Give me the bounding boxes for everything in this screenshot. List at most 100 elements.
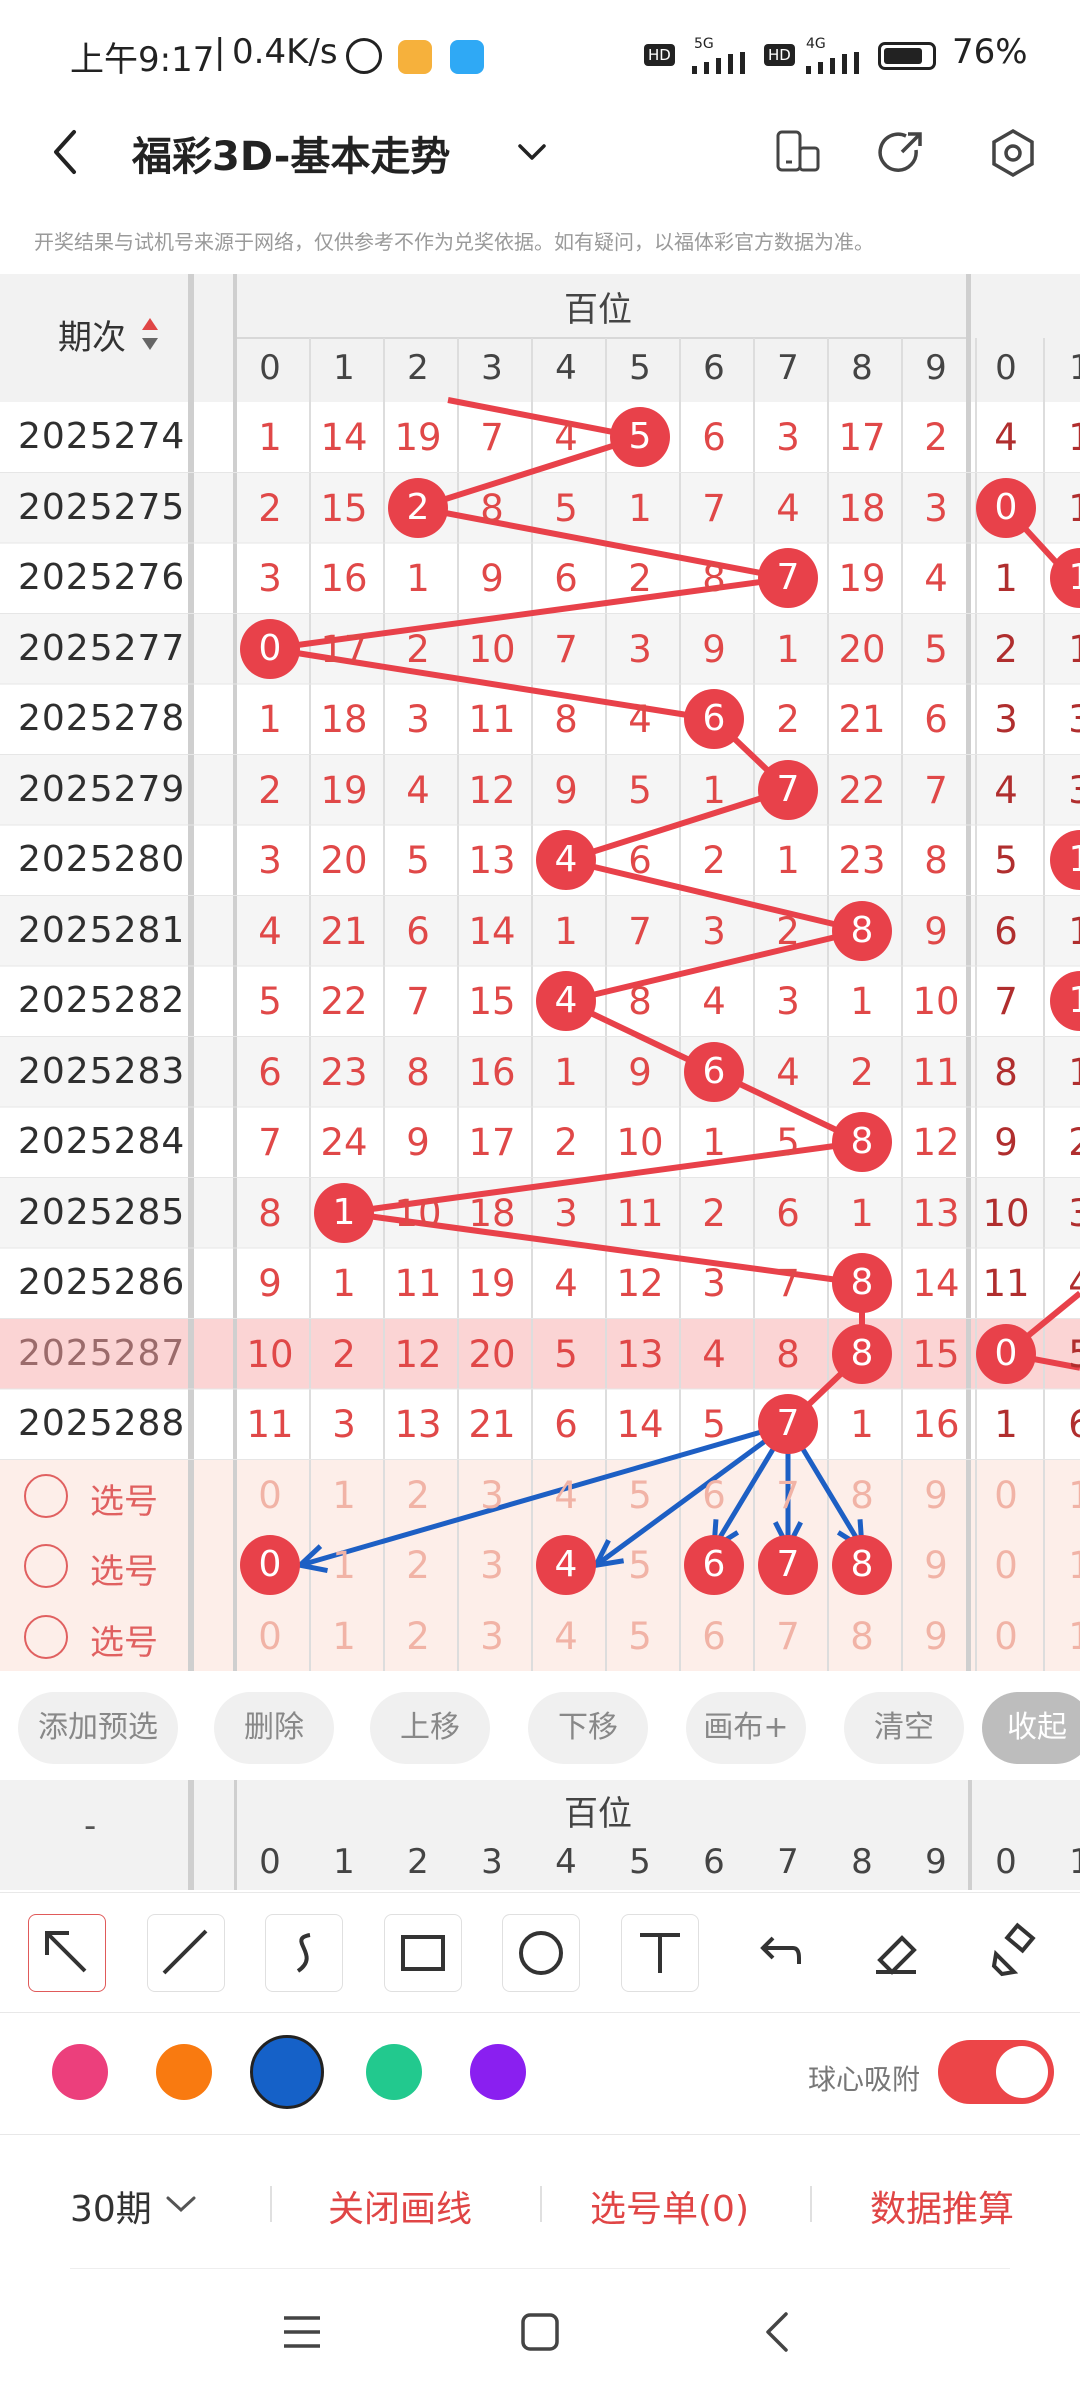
picked-ball[interactable]: 8 xyxy=(832,1535,892,1595)
menu-icon[interactable] xyxy=(280,2310,324,2354)
select-digit[interactable]: 2 xyxy=(382,1544,454,1587)
data-calc-button[interactable]: 数据推算 xyxy=(870,2180,1014,2232)
select-row-label[interactable]: 选号 xyxy=(90,1615,158,1664)
select-digit[interactable]: 1 xyxy=(1044,1544,1080,1587)
select-digit[interactable]: 1 xyxy=(1044,1474,1080,1517)
freehand-tool-icon[interactable] xyxy=(265,1914,343,1992)
select-digit[interactable]: 5 xyxy=(604,1615,676,1658)
hit-ball[interactable]: 0 xyxy=(976,477,1036,538)
hit-ball[interactable]: 4 xyxy=(536,830,596,890)
circle-tool-icon[interactable] xyxy=(502,1914,580,1992)
select-digit[interactable]: 3 xyxy=(456,1474,528,1517)
color-swatch-1[interactable] xyxy=(156,2044,212,2100)
period-dropdown-icon[interactable] xyxy=(164,2190,198,2220)
table-cell: 6 xyxy=(628,839,652,882)
action-button-6[interactable]: 收起 xyxy=(982,1692,1080,1764)
select-digit[interactable]: 1 xyxy=(308,1544,380,1587)
action-button-3[interactable]: 下移 xyxy=(528,1692,648,1764)
color-swatch-2[interactable] xyxy=(250,2035,324,2109)
undo-icon[interactable] xyxy=(739,1914,815,1990)
rectangle-tool-icon[interactable] xyxy=(383,1914,462,1992)
close-lines-button[interactable]: 关闭画线 xyxy=(328,2180,472,2232)
arrow-tool-icon[interactable] xyxy=(28,1914,106,1992)
picked-ball[interactable]: 7 xyxy=(758,1535,818,1595)
select-digit[interactable]: 2 xyxy=(382,1474,454,1517)
hit-ball[interactable]: 0 xyxy=(976,1323,1036,1384)
action-button-5[interactable]: 清空 xyxy=(844,1692,964,1764)
select-digit[interactable]: 3 xyxy=(456,1615,528,1658)
action-button-4[interactable]: 画布+ xyxy=(686,1692,806,1764)
picked-ball[interactable]: 4 xyxy=(536,1535,596,1595)
select-digit[interactable]: 0 xyxy=(970,1474,1042,1517)
select-digit[interactable]: 1 xyxy=(1044,1615,1080,1658)
select-digit[interactable]: 3 xyxy=(456,1544,528,1587)
hit-ball[interactable]: 7 xyxy=(758,548,818,608)
select-digit[interactable]: 7 xyxy=(752,1615,824,1658)
hit-ball[interactable]: 4 xyxy=(536,971,596,1031)
back-icon[interactable] xyxy=(44,124,88,180)
picked-ball[interactable]: 6 xyxy=(684,1535,744,1595)
select-digit[interactable]: 9 xyxy=(900,1474,972,1517)
share-icon[interactable] xyxy=(878,128,928,178)
select-digit[interactable]: 0 xyxy=(234,1615,306,1658)
select-radio[interactable] xyxy=(24,1544,68,1588)
select-row-label[interactable]: 选号 xyxy=(90,1474,158,1523)
hit-ball[interactable]: 2 xyxy=(388,477,448,538)
hit-ball[interactable]: 7 xyxy=(758,759,818,820)
clear-brush-icon[interactable] xyxy=(976,1914,1052,1990)
eraser-icon[interactable] xyxy=(857,1914,934,1990)
select-radio[interactable] xyxy=(24,1473,68,1518)
color-swatch-4[interactable] xyxy=(470,2044,526,2100)
selection-list-button[interactable]: 选号单(0) xyxy=(590,2180,749,2232)
settings-hex-icon[interactable] xyxy=(988,128,1038,178)
color-swatch-3[interactable] xyxy=(366,2044,422,2100)
action-button-1[interactable]: 删除 xyxy=(214,1692,334,1764)
select-digit[interactable]: 4 xyxy=(530,1615,602,1658)
select-digit[interactable]: 5 xyxy=(604,1474,676,1517)
hit-ball[interactable]: 1 xyxy=(1050,548,1080,608)
action-button-2[interactable]: 上移 xyxy=(370,1692,490,1764)
select-digit[interactable]: 7 xyxy=(752,1474,824,1517)
select-digit[interactable]: 0 xyxy=(970,1615,1042,1658)
select-digit[interactable]: 2 xyxy=(382,1615,454,1658)
action-button-0[interactable]: 添加预选 xyxy=(18,1692,178,1764)
select-digit[interactable]: 9 xyxy=(900,1544,972,1587)
select-digit[interactable]: 0 xyxy=(970,1544,1042,1587)
line-tool-icon[interactable] xyxy=(146,1914,225,1992)
hit-ball[interactable]: 8 xyxy=(832,1112,892,1172)
hit-ball[interactable]: 5 xyxy=(610,407,670,467)
select-digit[interactable]: 6 xyxy=(678,1474,750,1517)
phone-rotate-icon[interactable] xyxy=(772,128,822,178)
select-digit[interactable]: 5 xyxy=(604,1544,676,1587)
select-digit[interactable]: 4 xyxy=(530,1474,602,1517)
select-row-label[interactable]: 选号 xyxy=(90,1544,158,1593)
snap-toggle[interactable] xyxy=(938,2040,1054,2104)
select-digit[interactable]: 1 xyxy=(308,1615,380,1658)
color-swatch-0[interactable] xyxy=(52,2044,108,2100)
sort-icon[interactable] xyxy=(140,316,160,356)
hit-ball[interactable]: 8 xyxy=(832,1323,892,1384)
select-radio[interactable] xyxy=(24,1614,68,1659)
select-digit[interactable]: 6 xyxy=(678,1615,750,1658)
hit-ball[interactable]: 6 xyxy=(684,1041,744,1102)
text-tool-icon[interactable] xyxy=(620,1914,699,1992)
hit-ball[interactable]: 0 xyxy=(240,618,300,679)
select-digit[interactable]: 8 xyxy=(826,1615,898,1658)
picked-ball[interactable]: 0 xyxy=(240,1535,300,1595)
select-digit[interactable]: 9 xyxy=(900,1615,972,1658)
title-dropdown-icon[interactable] xyxy=(514,134,550,170)
hit-ball[interactable]: 1 xyxy=(1050,971,1080,1031)
hit-ball[interactable]: 1 xyxy=(1050,830,1080,890)
home-icon[interactable] xyxy=(518,2310,562,2354)
hit-ball[interactable]: 8 xyxy=(832,900,892,961)
hit-ball[interactable]: 8 xyxy=(832,1253,892,1313)
select-digit[interactable]: 8 xyxy=(826,1474,898,1517)
select-digit[interactable]: 1 xyxy=(308,1474,380,1517)
page-title[interactable]: 福彩3D-基本走势 xyxy=(132,124,450,182)
hit-ball[interactable]: 6 xyxy=(684,689,744,749)
nav-back-icon[interactable] xyxy=(756,2310,800,2354)
period-count-select[interactable]: 30期 xyxy=(70,2180,152,2232)
select-digit[interactable]: 0 xyxy=(234,1474,306,1517)
hit-ball[interactable]: 1 xyxy=(314,1182,374,1243)
hit-ball[interactable]: 7 xyxy=(758,1394,818,1454)
